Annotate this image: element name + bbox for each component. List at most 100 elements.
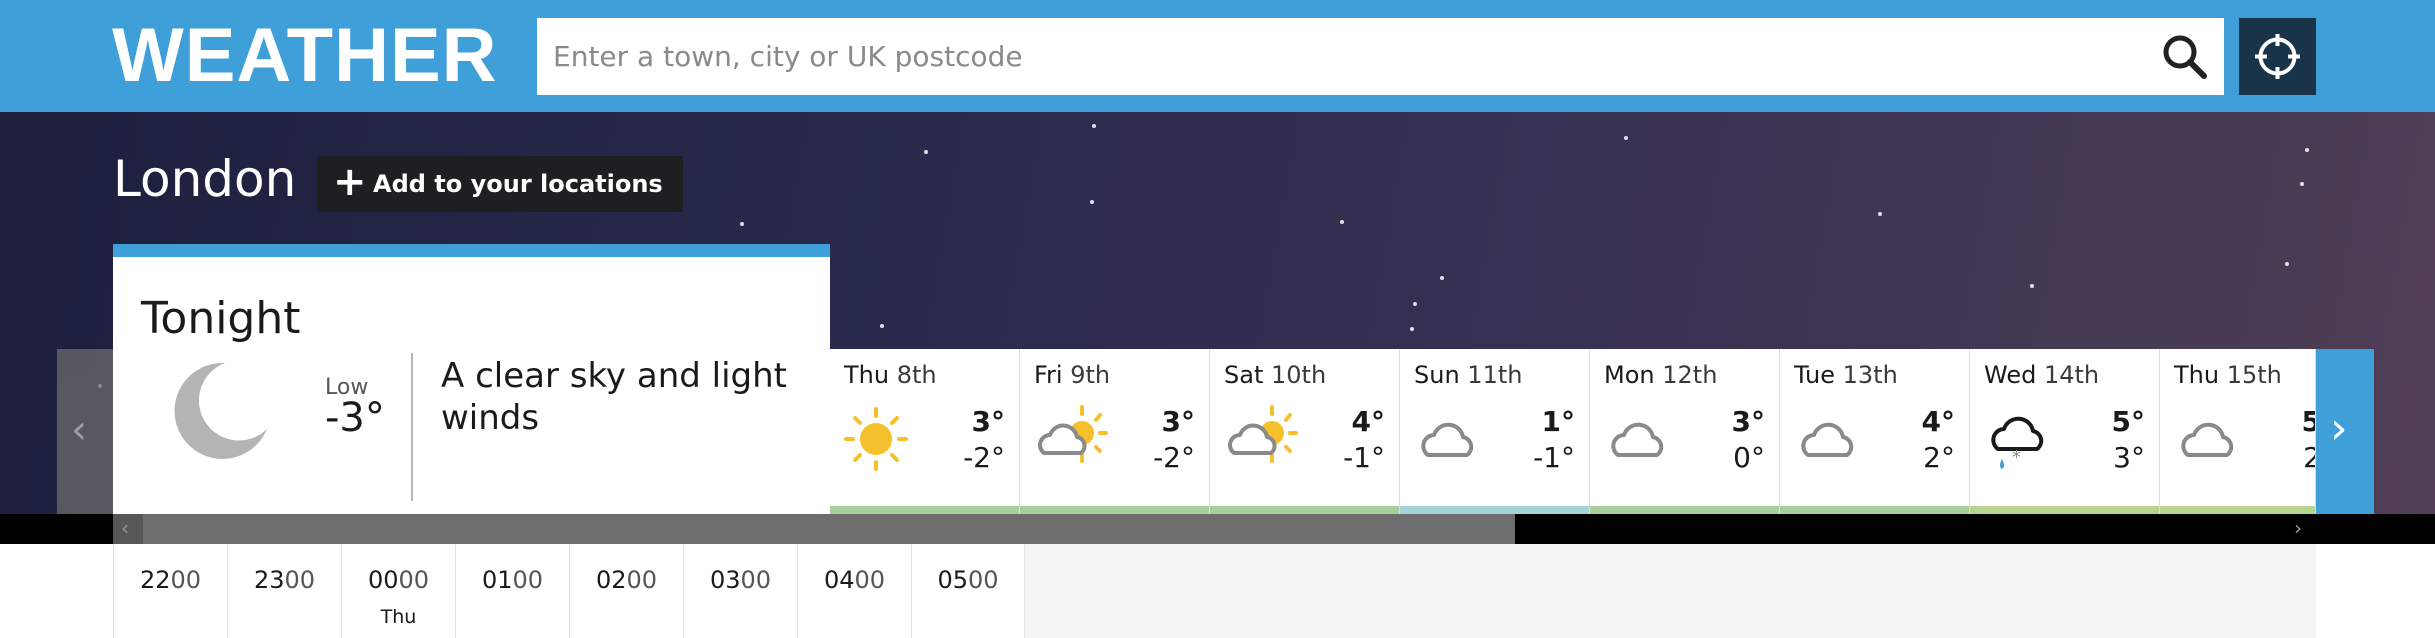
- hour-time: 0400: [823, 566, 886, 594]
- weather-description: A clear sky and light winds: [441, 356, 787, 438]
- high-temperature: 3°: [971, 405, 1005, 438]
- high-temperature: 4°: [1351, 405, 1385, 438]
- day-name: Mon 12th: [1604, 361, 1718, 389]
- hour-time: 0500: [937, 566, 999, 594]
- high-temperature: 5°: [2111, 405, 2145, 438]
- add-location-button[interactable]: + Add to your locations: [317, 156, 683, 212]
- svg-text:*: *: [2012, 447, 2021, 468]
- next-day-button[interactable]: ›: [2316, 349, 2374, 515]
- low-temperature: 0°: [1733, 441, 1765, 474]
- scrollbar-thumb[interactable]: [143, 514, 1515, 544]
- star: [1440, 276, 1444, 280]
- search-button[interactable]: [2158, 30, 2212, 84]
- hour-slot[interactable]: 0300: [683, 544, 797, 638]
- hour-time: 2300: [253, 566, 316, 594]
- search-input[interactable]: [537, 18, 2137, 95]
- hour-time: 0300: [709, 566, 772, 594]
- star: [1092, 124, 1096, 128]
- low-temperature: 2°: [1923, 441, 1955, 474]
- star: [1410, 327, 1414, 331]
- hour-slot[interactable]: 2300: [227, 544, 341, 638]
- hourly-empty-area: [1025, 544, 2316, 638]
- hour-time: 2200: [139, 566, 202, 594]
- star: [2300, 182, 2304, 186]
- star: [1624, 136, 1628, 140]
- hour-slot[interactable]: 0400: [797, 544, 911, 638]
- day-forecast[interactable]: Sat 10th 4° -1°: [1210, 349, 1400, 515]
- plus-icon: +: [333, 159, 367, 205]
- star: [740, 222, 744, 226]
- cloud-icon: [1801, 422, 1854, 457]
- hour-slot[interactable]: 0500: [911, 544, 1025, 638]
- day-name: Fri 9th: [1034, 361, 1111, 389]
- high-temperature: 3°: [1161, 405, 1195, 438]
- day-name: Wed 14th: [1984, 361, 2100, 389]
- add-location-label: Add to your locations: [373, 170, 663, 198]
- day-forecast[interactable]: Mon 12th 3° 0°: [1590, 349, 1780, 515]
- crosshair-icon: [2255, 34, 2300, 79]
- day-forecast[interactable]: Thu 8th 3° -2°: [830, 349, 1020, 515]
- low-temperature: 3°: [2113, 441, 2145, 474]
- hour-slot[interactable]: 0200: [569, 544, 683, 638]
- day-name: Sun 11th: [1414, 361, 1523, 389]
- hour-day: Thu: [380, 606, 417, 628]
- chevron-right-icon: ›: [2330, 403, 2348, 454]
- weather-logo[interactable]: WEATHER: [112, 12, 498, 99]
- hour-slot[interactable]: 0000 Thu: [341, 544, 455, 638]
- day-forecast[interactable]: Thu 15th 5° 2°: [2160, 349, 2316, 515]
- hour-time: 0100: [481, 566, 544, 594]
- star: [1878, 212, 1882, 216]
- chevron-left-icon: ‹: [121, 516, 129, 540]
- star: [2285, 262, 2289, 266]
- cloud-icon: [1611, 422, 1664, 457]
- day-name: Thu 15th: [2174, 361, 2282, 389]
- star: [2305, 148, 2309, 152]
- low-temperature: 2°: [2303, 441, 2315, 474]
- hour-slot[interactable]: 0100: [455, 544, 569, 638]
- day-forecast[interactable]: Sun 11th 1° -1°: [1400, 349, 1590, 515]
- day-name: Thu 8th: [844, 361, 937, 389]
- star: [924, 150, 928, 154]
- star: [1340, 220, 1344, 224]
- chevron-left-icon: ‹: [71, 407, 87, 453]
- site-header: WEATHER: [0, 0, 2435, 112]
- scroll-right-button[interactable]: ›: [2286, 514, 2316, 544]
- hour-slot[interactable]: 2200: [113, 544, 227, 638]
- sunny-intervals-icon: [1038, 405, 1108, 463]
- location-name: London: [113, 150, 297, 208]
- day-forecast[interactable]: Tue 13th 4° 2°: [1780, 349, 1970, 515]
- divider: [411, 353, 413, 501]
- high-temperature: 1°: [1541, 405, 1575, 438]
- low-temperature: -2°: [963, 441, 1005, 474]
- star: [880, 324, 884, 328]
- cloud-icon: [2181, 422, 2234, 457]
- star: [2030, 284, 2034, 288]
- high-temperature: 3°: [1731, 405, 1765, 438]
- day-name: Sat 10th: [1224, 361, 1327, 389]
- previous-day-button[interactable]: ‹: [57, 349, 113, 515]
- search-box: [537, 18, 2224, 95]
- day-forecast[interactable]: Fri 9th 3° -2°: [1020, 349, 1210, 515]
- low-temperature: -1°: [1533, 441, 1575, 474]
- low-temperature: -2°: [1153, 441, 1195, 474]
- star: [1090, 200, 1094, 204]
- sunny-intervals-icon: [1228, 405, 1298, 463]
- horizontal-scrollbar[interactable]: ‹ ›: [0, 514, 2435, 544]
- locate-me-button[interactable]: [2239, 18, 2316, 95]
- star: [1413, 302, 1417, 306]
- high-temperature: 5°: [2302, 405, 2315, 438]
- hour-time: 0000: [367, 566, 430, 594]
- cloud-icon: [1421, 422, 1474, 457]
- hour-time: 0200: [595, 566, 658, 594]
- day-name: Tue 13th: [1794, 361, 1898, 389]
- day-forecast[interactable]: Wed 14th * 5° 3°: [1970, 349, 2160, 515]
- scroll-left-button[interactable]: ‹: [113, 514, 143, 544]
- search-icon: [2163, 35, 2207, 79]
- low-temperature: -3°: [325, 395, 385, 441]
- sleet-icon: *: [1991, 416, 2044, 469]
- sunny-icon: [844, 407, 908, 471]
- moon-icon: [174, 362, 267, 459]
- hourly-forecast-strip: 2200 2300 0000 Thu 0100 0200 0300 0400 0…: [0, 544, 2435, 638]
- low-temperature: -1°: [1343, 441, 1385, 474]
- tonight-card[interactable]: Tonight Low -3° A clear sky and light wi…: [113, 244, 830, 514]
